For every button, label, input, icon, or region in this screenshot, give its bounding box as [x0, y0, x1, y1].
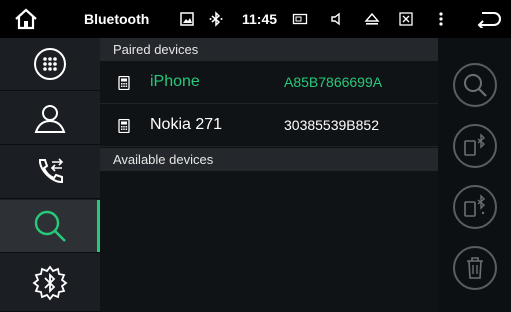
search-icon	[464, 74, 487, 97]
sidebar-item-bluetooth-settings[interactable]	[0, 254, 100, 312]
menu-dots-icon[interactable]	[433, 11, 449, 27]
image-icon	[180, 12, 194, 26]
clock: 11:45	[242, 11, 278, 27]
volume-icon[interactable]	[329, 11, 345, 27]
phone-icon	[118, 119, 130, 133]
sidebar-item-dialpad[interactable]	[0, 38, 100, 91]
contact-icon	[34, 105, 66, 133]
delete-device-button[interactable]	[453, 246, 497, 290]
status-bar: Bluetooth 11:45	[0, 0, 511, 38]
trash-icon	[467, 257, 483, 279]
dialpad-icon	[34, 48, 66, 80]
device-address: 30385539B852	[284, 117, 379, 133]
sidebar-item-contacts[interactable]	[0, 92, 100, 145]
sd-card-icon	[292, 13, 308, 25]
device-name: Nokia 271	[150, 116, 223, 133]
app-title: Bluetooth	[84, 11, 150, 27]
phone-icon	[118, 76, 130, 90]
eject-icon[interactable]	[364, 11, 380, 27]
action-column	[438, 38, 511, 312]
sidebar-item-call-log[interactable]	[0, 146, 100, 199]
search-icon	[34, 210, 66, 242]
disconnect-phone-button[interactable]	[453, 185, 497, 229]
sidebar	[0, 38, 100, 312]
device-name: iPhone	[150, 73, 200, 90]
home-icon[interactable]	[14, 8, 38, 30]
call-log-icon	[38, 158, 64, 184]
device-row-nokia[interactable]: Nokia 271 30385539B852	[100, 105, 438, 147]
sidebar-item-search[interactable]	[0, 200, 100, 253]
connect-phone-button[interactable]	[453, 124, 497, 168]
available-devices-header: Available devices	[100, 148, 438, 171]
phone-bluetooth-disconnect-icon	[464, 194, 486, 217]
close-window-icon[interactable]	[398, 11, 414, 27]
back-icon[interactable]	[476, 10, 502, 28]
phone-bluetooth-icon	[464, 133, 486, 156]
device-address: A85B7866699A	[284, 74, 383, 90]
search-devices-button[interactable]	[453, 63, 497, 107]
bluetooth-settings-icon	[32, 265, 68, 300]
bluetooth-icon	[209, 11, 223, 27]
bluetooth-screen: Bluetooth 11:45 Paired devices iPhone A8…	[0, 0, 511, 312]
device-list: Paired devices iPhone A85B7866699A Nokia…	[100, 38, 438, 312]
paired-devices-header: Paired devices	[100, 38, 438, 61]
device-row-iphone[interactable]: iPhone A85B7866699A	[100, 62, 438, 104]
